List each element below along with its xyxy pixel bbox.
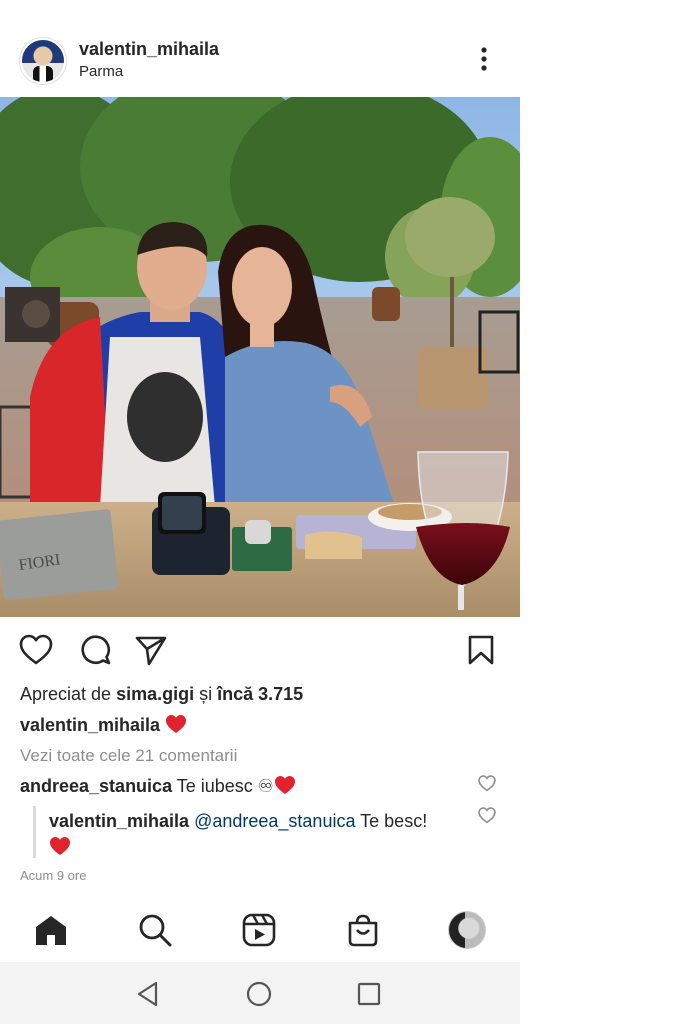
heart-outline-icon <box>478 807 496 824</box>
comment-bubble-icon <box>81 635 111 665</box>
reels-icon <box>242 913 276 947</box>
post-actions <box>0 630 520 670</box>
red-heart-emoji <box>50 837 70 855</box>
nav-search[interactable] <box>135 910 175 950</box>
likes-user[interactable]: sima.gigi <box>116 684 194 704</box>
heart-outline-icon <box>478 775 496 792</box>
system-recents-button[interactable] <box>355 980 383 1008</box>
caption-username[interactable]: valentin_mihaila <box>20 715 160 735</box>
system-navigation-bar <box>0 962 520 1024</box>
instagram-post-screen: valentin_mihaila Parma FIORI Apreciat de… <box>0 0 520 1024</box>
bottom-navigation <box>0 900 520 962</box>
share-button[interactable] <box>133 632 169 668</box>
reply-mention[interactable]: @andreea_stanuica <box>194 811 355 831</box>
nav-profile[interactable] <box>447 910 487 950</box>
photo-illustration: FIORI <box>0 97 520 617</box>
back-triangle-icon <box>137 981 158 1007</box>
reply-item: valentin_mihaila @andreea_stanuica Te be… <box>49 808 469 860</box>
comment-item: andreea_stanuica Te iubesc ♾ <box>20 775 500 797</box>
search-icon <box>139 914 172 947</box>
system-home-button[interactable] <box>245 980 273 1008</box>
more-vertical-icon <box>481 47 487 71</box>
reply-like-button[interactable] <box>478 807 496 825</box>
recents-square-icon <box>357 982 381 1006</box>
post-caption: valentin_mihaila <box>20 714 187 736</box>
nav-reels[interactable] <box>239 910 279 950</box>
comment-button[interactable] <box>77 632 113 668</box>
comment-text: Te iubesc ♾ <box>176 776 274 796</box>
home-circle-icon <box>246 981 272 1007</box>
likes-summary[interactable]: Apreciat de sima.gigi și încă 3.715 <box>20 684 303 705</box>
nav-home[interactable] <box>31 910 71 950</box>
reply-thread-line <box>33 806 36 858</box>
view-all-comments-link[interactable]: Vezi toate cele 21 comentarii <box>20 746 237 766</box>
system-back-button[interactable] <box>134 980 162 1008</box>
red-heart-emoji <box>166 715 187 733</box>
author-username[interactable]: valentin_mihaila <box>79 39 219 60</box>
comment-like-button[interactable] <box>478 775 496 793</box>
home-icon <box>36 916 66 945</box>
author-avatar[interactable] <box>20 38 66 84</box>
comment-username[interactable]: andreea_stanuica <box>20 776 172 796</box>
nav-shop[interactable] <box>343 910 383 950</box>
likes-count[interactable]: încă 3.715 <box>217 684 303 704</box>
profile-avatar <box>448 911 486 949</box>
save-button[interactable] <box>463 632 499 668</box>
send-icon <box>135 636 167 666</box>
red-heart-emoji <box>274 776 295 794</box>
post-header: valentin_mihaila Parma <box>0 32 520 88</box>
like-button[interactable] <box>18 632 54 668</box>
shop-icon <box>348 914 378 947</box>
more-options-button[interactable] <box>470 44 498 74</box>
reply-username[interactable]: valentin_mihaila <box>49 811 189 831</box>
reply-text: Te besc! <box>360 811 428 831</box>
post-photo[interactable]: FIORI <box>0 97 520 617</box>
bookmark-icon <box>468 635 494 665</box>
likes-middle: și <box>194 684 218 704</box>
likes-prefix: Apreciat de <box>20 684 117 704</box>
post-location[interactable]: Parma <box>79 63 123 80</box>
heart-outline-icon <box>19 634 53 665</box>
post-timestamp: Acum 9 ore <box>20 868 87 883</box>
